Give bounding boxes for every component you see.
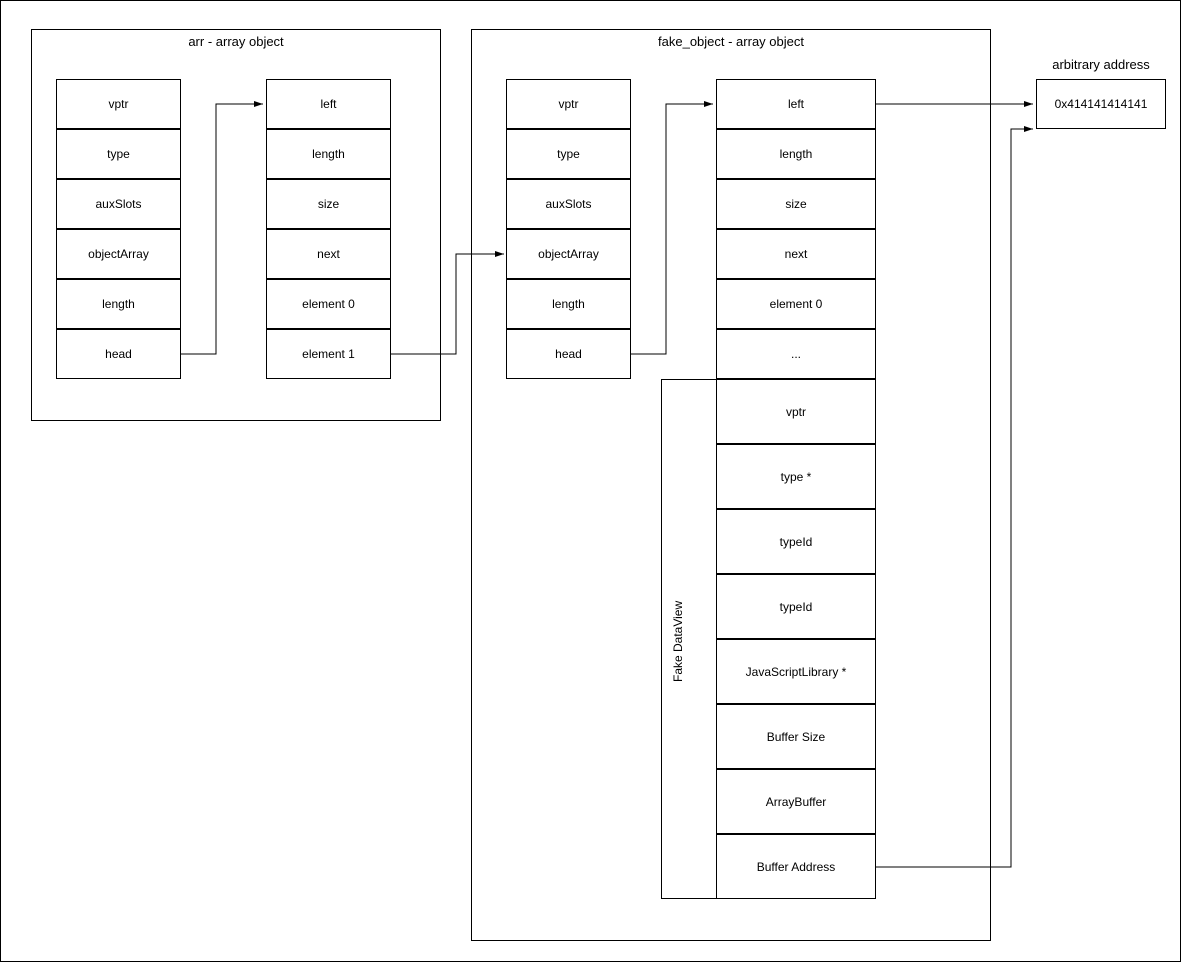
fake-col2-dots: ... <box>716 329 876 379</box>
arr-col2-left: left <box>266 79 391 129</box>
dv-bufsize: Buffer Size <box>716 704 876 769</box>
arr-col1-type: type <box>56 129 181 179</box>
arr-col1-auxslots: auxSlots <box>56 179 181 229</box>
fake-col2-next: next <box>716 229 876 279</box>
group-fake-title: fake_object - array object <box>472 34 990 49</box>
fake-col1-head: head <box>506 329 631 379</box>
arr-col1-head: head <box>56 329 181 379</box>
arb-value: 0x414141414141 <box>1036 79 1166 129</box>
diagram-canvas: arr - array object vptr type auxSlots ob… <box>0 0 1181 962</box>
arr-col2-length: length <box>266 129 391 179</box>
dv-vptr: vptr <box>716 379 876 444</box>
dv-bufaddr: Buffer Address <box>716 834 876 899</box>
fake-col1-auxslots: auxSlots <box>506 179 631 229</box>
fake-col1-type: type <box>506 129 631 179</box>
fake-col1-vptr: vptr <box>506 79 631 129</box>
fake-col1-objectarray: objectArray <box>506 229 631 279</box>
arr-col2-next: next <box>266 229 391 279</box>
dv-arraybuf: ArrayBuffer <box>716 769 876 834</box>
arr-col1-vptr: vptr <box>56 79 181 129</box>
fake-col2-length: length <box>716 129 876 179</box>
fake-dataview-label: Fake DataView <box>671 571 685 711</box>
arr-col1-objectarray: objectArray <box>56 229 181 279</box>
fake-col2-elem0: element 0 <box>716 279 876 329</box>
fake-col2-size: size <box>716 179 876 229</box>
arr-col2-size: size <box>266 179 391 229</box>
arr-col2-elem0: element 0 <box>266 279 391 329</box>
arb-title: arbitrary address <box>1031 57 1171 72</box>
fake-col1-length: length <box>506 279 631 329</box>
group-arr-title: arr - array object <box>32 34 440 49</box>
arr-col2-elem1: element 1 <box>266 329 391 379</box>
dv-typeid2: typeId <box>716 574 876 639</box>
dv-jslib: JavaScriptLibrary * <box>716 639 876 704</box>
arr-col1-length: length <box>56 279 181 329</box>
dv-type: type * <box>716 444 876 509</box>
fake-col2-left: left <box>716 79 876 129</box>
dv-typeid1: typeId <box>716 509 876 574</box>
